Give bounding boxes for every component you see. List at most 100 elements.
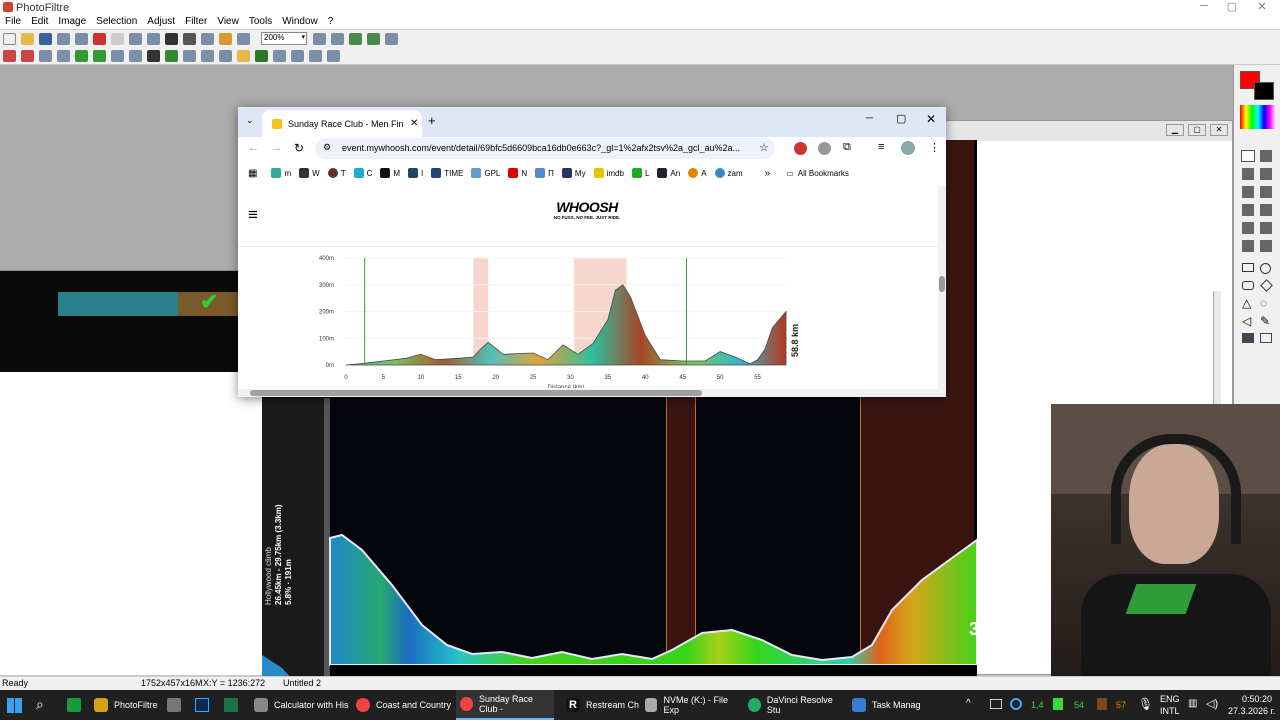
zoom-in-icon[interactable] xyxy=(313,32,326,45)
doc-close-icon[interactable]: ✕ xyxy=(1210,124,1228,136)
minimize-icon[interactable]: ─ xyxy=(1194,0,1214,12)
bookmark-item[interactable]: W xyxy=(299,168,320,178)
tab-search-icon[interactable]: ⌄ xyxy=(246,115,254,126)
tool-stamp-icon[interactable] xyxy=(1242,240,1254,252)
menu-tools[interactable]: Tools xyxy=(244,15,277,29)
shape-roundrect-icon[interactable] xyxy=(1242,281,1254,290)
chrome-menu-icon[interactable]: ⋮ xyxy=(929,141,940,154)
zoom-select[interactable]: 200% ▾ xyxy=(261,32,307,45)
taskbar-app-calculator[interactable]: Calculator with His xyxy=(254,690,352,720)
bookmark-item[interactable]: My xyxy=(561,168,586,178)
clock-date[interactable]: 27.3.2026 г. xyxy=(1228,706,1275,716)
photoshop-icon[interactable] xyxy=(195,698,209,712)
tool-spray-icon[interactable] xyxy=(1260,186,1272,198)
doc-minimize-icon[interactable]: ▁ xyxy=(1166,124,1184,136)
page-scroll-thumb[interactable] xyxy=(939,276,945,292)
tray-speaker-icon[interactable]: ◁) xyxy=(1206,697,1218,710)
save-icon[interactable] xyxy=(39,32,52,45)
bookmark-item[interactable]: imdb xyxy=(593,168,624,178)
rotate-icon[interactable] xyxy=(309,49,322,62)
microphone-icon[interactable]: 🎙︎ xyxy=(1138,697,1153,711)
bookmark-star-icon[interactable]: ☆ xyxy=(759,141,769,154)
auto-contrast-icon[interactable] xyxy=(21,49,34,62)
saturation-icon[interactable] xyxy=(75,49,88,62)
tool-clone-icon[interactable] xyxy=(1260,240,1272,252)
doc-restore-icon[interactable]: ▢ xyxy=(1188,124,1206,136)
menu-adjust[interactable]: Adjust xyxy=(142,15,180,29)
extension-2-icon[interactable] xyxy=(818,142,831,155)
bookmark-item[interactable]: П xyxy=(535,168,554,178)
tool-fill-icon[interactable] xyxy=(1242,186,1254,198)
grayscale-icon[interactable] xyxy=(129,49,142,62)
extension-1-icon[interactable] xyxy=(794,142,807,155)
tray-monitor-icon[interactable] xyxy=(990,699,1002,709)
tray-wifi-icon[interactable]: ▥ xyxy=(1188,698,1197,709)
page-scrollbar[interactable] xyxy=(938,186,946,391)
taskbar-app-taskmanager[interactable]: Task Manag xyxy=(852,690,922,720)
bookmark-item[interactable]: N xyxy=(508,168,527,178)
copy-icon[interactable] xyxy=(147,32,160,45)
tray-chevron-icon[interactable]: ^ xyxy=(966,698,971,709)
monitor-icon[interactable] xyxy=(385,32,398,45)
filter-icon[interactable] xyxy=(219,32,232,45)
blur-icon[interactable] xyxy=(183,49,196,62)
taskbar-app-photofiltre[interactable]: PhotoFiltre xyxy=(94,690,160,720)
shape-rect-icon[interactable] xyxy=(1242,263,1254,272)
taskbar-app-chrome-2[interactable]: Sunday Race Club - xyxy=(456,690,554,720)
sepia-icon[interactable] xyxy=(165,49,178,62)
bookmark-item[interactable]: An xyxy=(657,168,680,178)
menu-edit[interactable]: Edit xyxy=(26,15,53,29)
fullscreen-icon[interactable] xyxy=(367,32,380,45)
color-swatches[interactable] xyxy=(1240,105,1276,129)
gamma-icon[interactable] xyxy=(93,49,106,62)
crop-icon[interactable] xyxy=(129,32,142,45)
redo-icon[interactable] xyxy=(111,32,124,45)
menu-file[interactable]: File xyxy=(0,15,26,29)
taskbar-app-restream[interactable]: R Restream Ch xyxy=(566,690,640,720)
shape-lasso-icon[interactable]: ◌ xyxy=(1260,297,1267,309)
hamburger-menu-icon[interactable]: ≡ xyxy=(248,206,258,223)
cs-app-icon[interactable] xyxy=(67,698,81,712)
h-scroll-thumb[interactable] xyxy=(250,390,702,396)
chrome-close-icon[interactable]: ✕ xyxy=(926,112,936,126)
text-icon[interactable] xyxy=(183,32,196,45)
extensions-icon[interactable]: ⧉ xyxy=(843,141,851,154)
bookmark-item[interactable]: TIME xyxy=(431,168,463,178)
menu-window[interactable]: Window xyxy=(277,15,323,29)
zoom-out-icon[interactable] xyxy=(331,32,344,45)
undo-icon[interactable] xyxy=(93,32,106,45)
bookmarks-overflow-icon[interactable]: » xyxy=(765,168,771,179)
tray-layout[interactable]: INTL xyxy=(1160,706,1180,716)
shape-ellipse-icon[interactable] xyxy=(1260,263,1271,274)
sharpen-icon[interactable] xyxy=(201,49,214,62)
texture-icon[interactable] xyxy=(237,49,250,62)
shape-poly-icon[interactable]: ◁ xyxy=(1242,315,1251,327)
tray-network-icon[interactable] xyxy=(1010,698,1022,710)
bookmark-item[interactable]: M xyxy=(380,168,400,178)
bookmark-item[interactable]: I xyxy=(408,168,423,178)
taskbar-app-chrome-1[interactable]: Coast and Country xyxy=(356,690,452,720)
tool-wand-icon[interactable] xyxy=(1242,168,1254,180)
chrome-minimize-icon[interactable]: ─ xyxy=(866,113,873,124)
scan-icon[interactable] xyxy=(75,32,88,45)
menu-selection[interactable]: Selection xyxy=(91,15,142,29)
tool-blur-icon[interactable] xyxy=(1242,222,1254,234)
bookmark-item[interactable]: zam xyxy=(714,168,743,178)
layer-icon[interactable] xyxy=(201,32,214,45)
profile-avatar[interactable] xyxy=(901,141,915,155)
brightness-icon[interactable] xyxy=(39,49,52,62)
drop-icon[interactable] xyxy=(219,49,232,62)
hue-icon[interactable] xyxy=(111,49,124,62)
menu-image[interactable]: Image xyxy=(53,15,91,29)
address-bar[interactable]: ⚙ event.mywhoosh.com/event/detail/69bfc5… xyxy=(315,138,775,159)
bookmark-item[interactable]: C xyxy=(353,168,372,178)
tool-select-icon[interactable] xyxy=(1241,150,1255,162)
media-icon[interactable]: ≡ xyxy=(878,141,884,153)
all-bookmarks[interactable]: ▭ All Bookmarks xyxy=(786,169,849,178)
back-icon[interactable]: ← xyxy=(248,142,259,154)
tool-line-icon[interactable] xyxy=(1260,168,1272,180)
print-icon[interactable] xyxy=(57,32,70,45)
flip-icon[interactable] xyxy=(291,49,304,62)
clock-time[interactable]: 0:50:20 xyxy=(1242,694,1272,704)
new-icon[interactable] xyxy=(3,32,16,45)
